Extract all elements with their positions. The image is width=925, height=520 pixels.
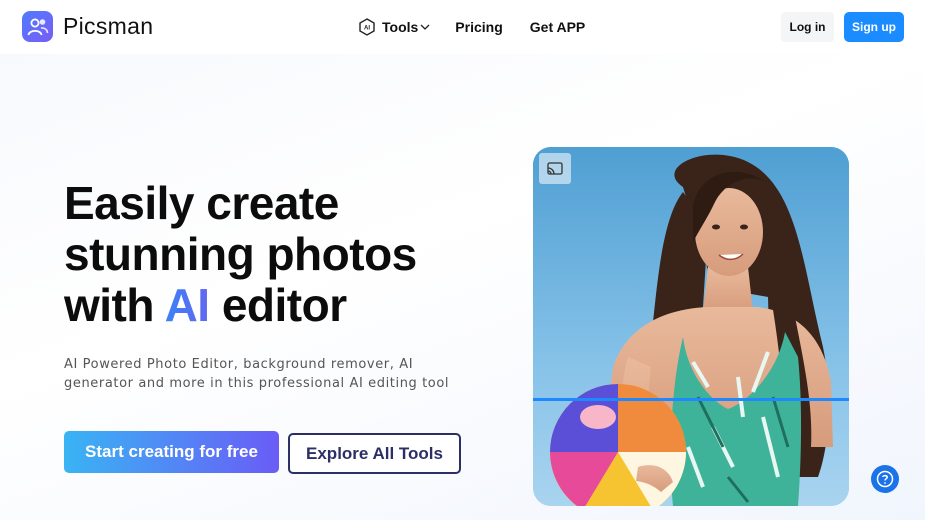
brand-logo[interactable]: Picsman [22, 11, 153, 42]
hero-title-line3-pre: with [64, 279, 165, 331]
nav-get-app-label: Get APP [529, 19, 586, 35]
main-nav: AI Tools Pricing Get APP [358, 17, 585, 37]
brand-name: Picsman [63, 13, 154, 39]
cast-icon[interactable] [539, 153, 571, 184]
signup-button[interactable]: Sign up [844, 12, 904, 42]
nav-get-app[interactable]: Get APP [530, 19, 586, 35]
hero-photo [533, 147, 849, 506]
svg-text:AI: AI [364, 26, 370, 32]
hero-title-line2: stunning photos [64, 228, 417, 280]
hero-title-ai: AI [164, 279, 211, 331]
hero-subtitle: AI Powered Photo Editor, background remo… [64, 357, 450, 391]
help-icon[interactable] [871, 465, 899, 493]
users-icon [22, 11, 53, 42]
nav-pricing-label: Pricing [455, 19, 503, 35]
compare-divider[interactable] [533, 398, 849, 401]
hero-photo-compare[interactable] [533, 147, 849, 506]
ai-tools-icon: AI [359, 18, 375, 36]
top-navbar: Picsman AI Tools Pricing Get APP Log in … [0, 0, 925, 54]
hero-title-line3-post: editor [209, 279, 347, 331]
start-creating-button[interactable]: Start creating for free [64, 431, 279, 473]
hero-title: Easily create stunning photos with AI ed… [64, 178, 417, 331]
explore-tools-button[interactable]: Explore All Tools [288, 433, 461, 474]
nav-pricing[interactable]: Pricing [455, 19, 502, 35]
chevron-down-icon [420, 24, 430, 30]
hero-title-line1: Easily create [64, 177, 339, 229]
nav-tools[interactable]: AI Tools [358, 18, 430, 36]
login-button[interactable]: Log in [781, 12, 834, 42]
nav-tools-label: Tools [382, 19, 419, 35]
